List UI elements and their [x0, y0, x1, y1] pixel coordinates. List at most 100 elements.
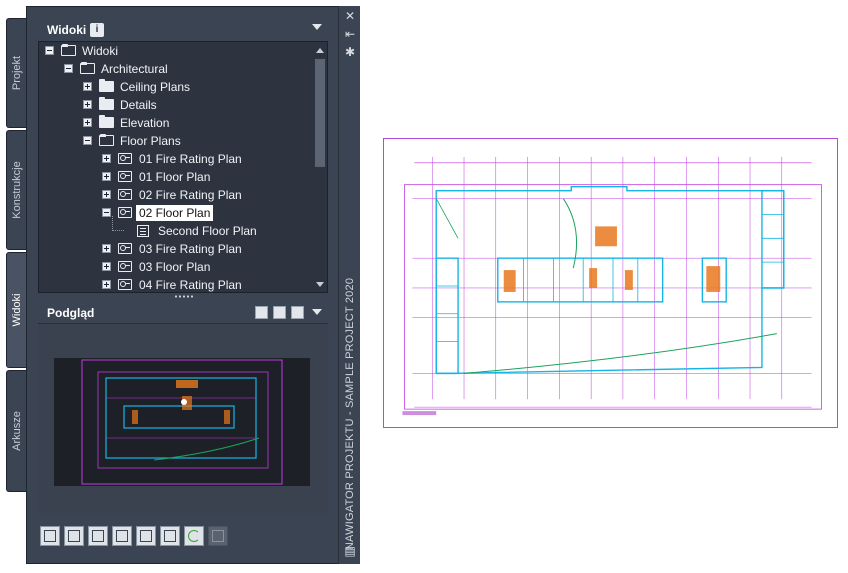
palette-icon: ▤: [344, 544, 356, 558]
select-icon: [140, 530, 152, 542]
regenerate-icon: [92, 530, 104, 542]
tree-item[interactable]: Details: [39, 96, 313, 114]
drawing-area-floor-plan[interactable]: [383, 138, 838, 428]
expand-icon[interactable]: [102, 190, 111, 199]
close-icon[interactable]: ✕: [343, 9, 357, 23]
tree-item[interactable]: 01 Floor Plan: [39, 168, 313, 186]
palette-vertical-title-text: NAWIGATOR PROJEKTU - SAMPLE PROJECT 2020: [344, 277, 356, 551]
collapse-icon[interactable]: [102, 208, 111, 217]
tree-item[interactable]: 03 Fire Rating Plan: [39, 240, 313, 258]
view-icon: [118, 171, 132, 182]
edit-view-button[interactable]: [64, 526, 84, 546]
views-tree: Widoki Architectural Ceiling Plans Details E…: [38, 41, 328, 293]
refresh-icon: [188, 530, 200, 542]
bottom-toolbar: [38, 524, 338, 550]
side-tabs: Projekt Konstrukcje Widoki Arkusze: [6, 18, 27, 492]
tree-item-label: 01 Fire Rating Plan: [139, 152, 242, 166]
tree-item[interactable]: Second Floor Plan: [39, 216, 313, 240]
clipboard-button[interactable]: [112, 526, 132, 546]
tree-scrollbar[interactable]: [313, 42, 327, 292]
tree-item-label: Elevation: [120, 116, 170, 130]
view-icon: [118, 153, 132, 164]
tab-konstrukcje[interactable]: Konstrukcje: [6, 130, 27, 250]
repath-icon: [212, 530, 224, 542]
collapse-icon[interactable]: [83, 136, 92, 145]
tree-item-label: 03 Floor Plan: [139, 260, 211, 274]
repath-button[interactable]: [208, 526, 228, 546]
tree-item[interactable]: 03 Floor Plan: [39, 258, 313, 276]
tree-item[interactable]: Widoki: [39, 42, 313, 60]
preview-thumbnail-image: [54, 358, 310, 486]
views-panel-title: Widoki: [47, 23, 87, 37]
tree-item-label: Floor Plans: [120, 134, 181, 148]
palette-vertical-title: NAWIGATOR PROJEKTU - SAMPLE PROJECT 2020: [339, 278, 361, 550]
scroll-down-arrow-icon[interactable]: [316, 282, 324, 287]
view-icon: [118, 243, 132, 254]
expand-icon[interactable]: [102, 262, 111, 271]
tree-item[interactable]: 02 Floor Plan: [39, 204, 313, 222]
tab-arkusze-label: Arkusze: [11, 411, 23, 451]
select-button[interactable]: [136, 526, 156, 546]
sheet-view-icon: [137, 225, 149, 237]
tree-item[interactable]: 04 Fire Rating Plan: [39, 276, 313, 292]
preview-settings-icon[interactable]: [291, 306, 304, 319]
info-icon[interactable]: i: [90, 23, 104, 37]
palette-title-strip: ✕ ⇤ ✱ NAWIGATOR PROJEKTU - SAMPLE PROJEC…: [338, 6, 360, 564]
autohide-icon[interactable]: ⇤: [343, 27, 357, 41]
folder-icon: [99, 97, 114, 110]
expand-icon[interactable]: [83, 118, 92, 127]
expand-icon[interactable]: [83, 100, 92, 109]
add-view-button[interactable]: [40, 526, 60, 546]
folder-open-icon: [80, 62, 95, 74]
properties-icon: [164, 530, 176, 542]
preview-panel-header: Podgląd: [38, 301, 328, 323]
properties-gear-icon[interactable]: ✱: [343, 45, 357, 59]
expand-icon[interactable]: [102, 154, 111, 163]
tab-widoki-label: Widoki: [11, 293, 23, 327]
preview-image-icon[interactable]: [273, 306, 286, 319]
tree-item-label: 01 Floor Plan: [139, 170, 211, 184]
expand-icon[interactable]: [102, 280, 111, 289]
tab-widoki[interactable]: Widoki: [6, 252, 27, 368]
collapse-icon[interactable]: [64, 64, 73, 73]
tree-item-label: Architectural: [101, 62, 168, 76]
view-icon: [118, 261, 132, 272]
tab-arkusze[interactable]: Arkusze: [6, 370, 27, 492]
scroll-up-arrow-icon[interactable]: [316, 48, 324, 53]
tab-projekt-label: Projekt: [11, 55, 23, 91]
clipboard-icon: [116, 530, 128, 542]
regenerate-button[interactable]: [88, 526, 108, 546]
tree-item-label: 02 Fire Rating Plan: [139, 188, 242, 202]
tree-item[interactable]: 02 Fire Rating Plan: [39, 186, 313, 204]
collapse-icon[interactable]: [45, 46, 54, 55]
tab-projekt[interactable]: Projekt: [6, 18, 27, 128]
folder-icon: [99, 115, 114, 128]
preview-menu-chevron-icon[interactable]: [312, 309, 322, 315]
preview-render-icon[interactable]: [255, 306, 268, 319]
preview-pane: [38, 323, 328, 513]
tree-item-label: Details: [120, 98, 157, 112]
panel-splitter[interactable]: [38, 293, 328, 301]
views-menu-chevron-icon[interactable]: [312, 24, 322, 30]
folder-open-icon: [99, 134, 114, 146]
refresh-button[interactable]: [184, 526, 204, 546]
folder-icon: [99, 79, 114, 92]
scroll-thumb[interactable]: [315, 59, 325, 167]
add-view-icon: [44, 530, 56, 542]
tree-item[interactable]: Ceiling Plans: [39, 78, 313, 96]
tree-item[interactable]: 01 Fire Rating Plan: [39, 150, 313, 168]
tree-item[interactable]: Elevation: [39, 114, 313, 132]
tree-item-label: Second Floor Plan: [158, 224, 257, 238]
edit-view-icon: [68, 530, 80, 542]
expand-icon[interactable]: [102, 244, 111, 253]
tree-item-label: 04 Fire Rating Plan: [139, 278, 242, 292]
tree-item-label: 02 Floor Plan: [136, 205, 214, 221]
expand-icon[interactable]: [83, 82, 92, 91]
properties-button[interactable]: [160, 526, 180, 546]
tree-item[interactable]: Floor Plans: [39, 132, 313, 150]
splitter-grip-icon[interactable]: [174, 295, 194, 298]
folder-open-icon: [61, 44, 76, 56]
tree-branch-line: [112, 216, 124, 231]
expand-icon[interactable]: [102, 172, 111, 181]
tree-item[interactable]: Architectural: [39, 60, 313, 78]
